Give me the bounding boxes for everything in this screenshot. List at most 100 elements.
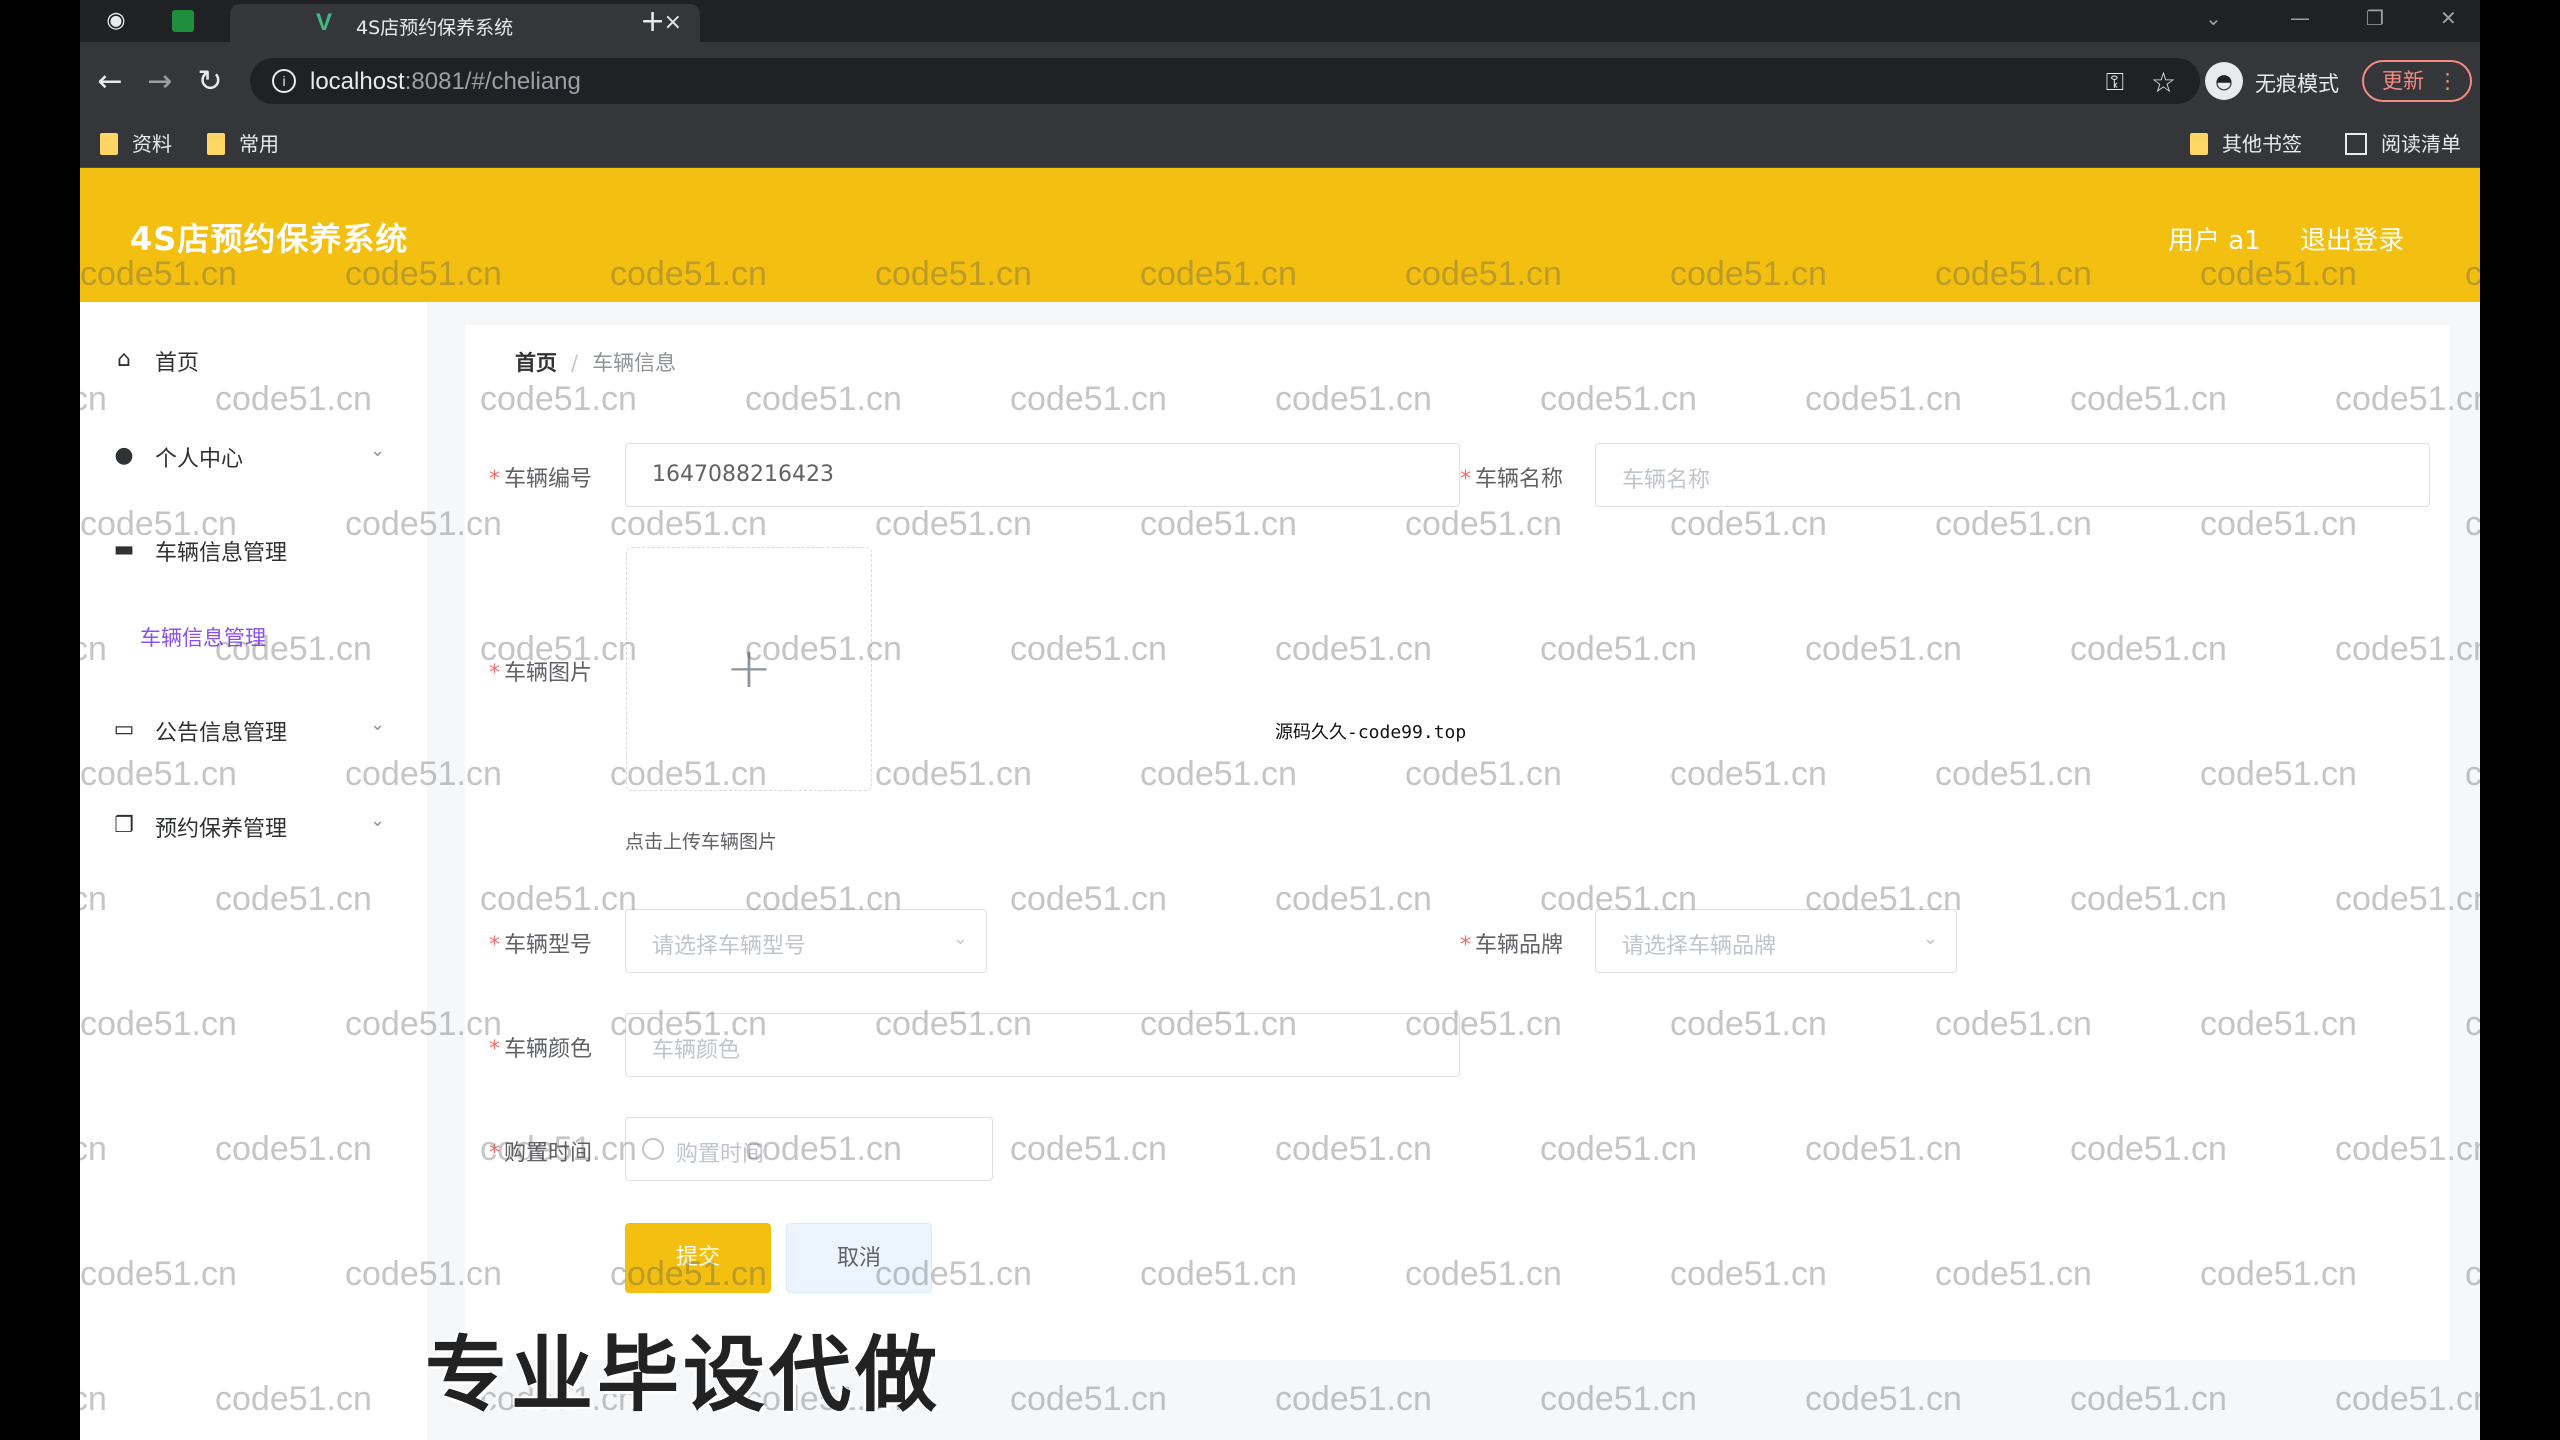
bookmark-label: 常用 bbox=[239, 132, 279, 156]
forward-arrow-icon[interactable]: → bbox=[142, 64, 178, 100]
tab-search-icon[interactable]: ⌄ bbox=[2205, 6, 2222, 30]
vehicle-color-field[interactable]: 车辆颜色 bbox=[625, 1013, 1460, 1077]
chevron-down-icon: ⌄ bbox=[370, 714, 386, 735]
vehicle-brand-placeholder: 请选择车辆品牌 bbox=[1622, 934, 1777, 959]
browser-toolbar: ← → ↻ i localhost:8081/#/cheliang ⚿ ☆ ◓ … bbox=[80, 42, 2480, 120]
vue-icon: V bbox=[316, 9, 333, 36]
incognito-icon: ◓ bbox=[2205, 62, 2243, 100]
globe-icon[interactable]: ◉ bbox=[104, 9, 128, 33]
vehicle-model-label: * 车辆型号 bbox=[489, 933, 593, 958]
minimize-icon[interactable]: — bbox=[2290, 6, 2310, 30]
sidebar-item-label: 公告信息管理 bbox=[155, 721, 288, 746]
update-label: 更新 bbox=[2382, 69, 2424, 93]
current-user: 用户 a1 bbox=[2168, 226, 2261, 256]
watermark-text: code51.cn bbox=[1275, 1380, 1432, 1418]
close-tab-icon[interactable]: × bbox=[664, 10, 682, 35]
url-path: :8081/#/cheliang bbox=[404, 68, 581, 95]
home-icon: ⌂ bbox=[117, 347, 131, 372]
vehicle-number-field[interactable]: 1647088216423 bbox=[625, 443, 1460, 507]
more-vert-icon: ⋮ bbox=[2437, 69, 2458, 93]
key-icon[interactable]: ⚿ bbox=[2106, 68, 2124, 96]
chevron-down-icon: ⌄ bbox=[370, 440, 386, 461]
tab-strip: ◉ V 4S店预约保养系统 × + ⌄ — ❐ ✕ bbox=[80, 0, 2480, 42]
reading-list[interactable]: 阅读清单 bbox=[2345, 130, 2461, 158]
back-arrow-icon[interactable]: ← bbox=[92, 64, 128, 100]
window-close-icon[interactable]: ✕ bbox=[2440, 6, 2457, 30]
cancel-button[interactable]: 取消 bbox=[786, 1223, 932, 1293]
main-panel: 首页 / 车辆信息 * 车辆编号 1647088216423 * 车辆名称 车辆名称 *… bbox=[465, 325, 2450, 1360]
vehicle-brand-select[interactable]: 请选择车辆品牌 ⌄ bbox=[1595, 909, 1957, 973]
breadcrumb-current: 车辆信息 bbox=[592, 351, 677, 375]
restore-icon[interactable]: ❐ bbox=[2366, 6, 2384, 30]
update-button[interactable]: 更新 ⋮ bbox=[2362, 60, 2472, 102]
vehicle-model-placeholder: 请选择车辆型号 bbox=[652, 934, 807, 959]
sidebar-item-label: 个人中心 bbox=[155, 447, 244, 472]
submit-button[interactable]: 提交 bbox=[625, 1223, 771, 1293]
folder-icon bbox=[207, 133, 225, 155]
bookmarks-bar: 资料 常用 其他书签 阅读清单 bbox=[80, 120, 2480, 168]
submenu-label: 车辆信息管理 bbox=[140, 626, 266, 650]
active-tab[interactable]: V 4S店预约保养系统 × bbox=[230, 4, 700, 42]
watermark-text: code51.cn bbox=[2070, 1380, 2227, 1418]
tab-title: 4S店预约保养系统 bbox=[356, 17, 514, 39]
watermark-text: code51.cn bbox=[2465, 1255, 2480, 1293]
bookmark-label: 资料 bbox=[132, 132, 172, 156]
app-title: 4S店预约保养系统 bbox=[130, 220, 409, 258]
plus-icon: + bbox=[725, 636, 773, 701]
sidebar-item-personal-center[interactable]: ● 个人中心 ⌄ bbox=[80, 426, 427, 486]
browser-window: ◉ V 4S店预约保养系统 × + ⌄ — ❐ ✕ ← → ↻ i localh… bbox=[80, 0, 2480, 1440]
bookmark-folder-changyong[interactable]: 常用 bbox=[207, 130, 279, 158]
bookmark-folder-ziliao[interactable]: 资料 bbox=[100, 130, 172, 158]
sidebar-item-home[interactable]: ⌂ 首页 bbox=[80, 330, 427, 390]
bookmark-star-icon[interactable]: ☆ bbox=[2151, 66, 2176, 99]
chevron-down-icon: ⌄ bbox=[370, 810, 386, 831]
reload-icon[interactable]: ↻ bbox=[192, 64, 228, 100]
vehicle-model-select[interactable]: 请选择车辆型号 ⌄ bbox=[625, 909, 987, 973]
purchase-time-label: * 购置时间 bbox=[489, 1141, 593, 1166]
address-bar[interactable]: i localhost:8081/#/cheliang ⚿ ☆ bbox=[250, 58, 2200, 104]
breadcrumb-separator: / bbox=[571, 351, 579, 375]
watermark-text: code51.cn bbox=[2465, 755, 2480, 793]
bookmark-label: 其他书签 bbox=[2222, 132, 2302, 156]
sidebar-item-label: 首页 bbox=[155, 351, 200, 376]
overlay-note: 源码久久-code99.top bbox=[1275, 722, 1467, 743]
sidebar-item-label: 车辆信息管理 bbox=[155, 541, 288, 566]
url-text[interactable]: localhost:8081/#/cheliang bbox=[310, 68, 581, 96]
watermark-text: code51.cn bbox=[2465, 505, 2480, 543]
vehicle-name-field[interactable]: 车辆名称 bbox=[1595, 443, 2430, 507]
purchase-time-picker[interactable]: 购置时间 bbox=[625, 1117, 993, 1181]
sidebar-item-booking-management[interactable]: ❐ 预约保养管理 ⌄ bbox=[80, 796, 427, 856]
watermark-text: code51.cn bbox=[1805, 1380, 1962, 1418]
reading-list-icon bbox=[2345, 133, 2367, 155]
watermark-text: code51.cn bbox=[1540, 1380, 1697, 1418]
folder-icon: ▬ bbox=[113, 537, 135, 562]
overlay-caption: 专业毕设代做 bbox=[425, 1328, 942, 1423]
chevron-down-icon: ⌄ bbox=[952, 928, 968, 949]
sidebar-item-announcement-management[interactable]: ▭ 公告信息管理 ⌄ bbox=[80, 700, 427, 760]
watermark-text: code51.cn bbox=[2335, 1380, 2480, 1418]
incognito-label: 无痕模式 bbox=[2255, 72, 2339, 96]
sheets-tab-icon[interactable] bbox=[172, 10, 194, 32]
clock-icon bbox=[642, 1138, 664, 1160]
user-icon: ● bbox=[114, 443, 134, 468]
bookmark-other[interactable]: 其他书签 bbox=[2190, 130, 2302, 158]
breadcrumb: 首页 / 车辆信息 bbox=[515, 347, 676, 377]
image-uploader[interactable]: + bbox=[626, 547, 872, 791]
folder-icon bbox=[100, 133, 118, 155]
app-header: 4S店预约保养系统 用户 a1 退出登录 bbox=[80, 168, 2480, 302]
breadcrumb-home[interactable]: 首页 bbox=[515, 351, 557, 375]
vehicle-color-label: * 车辆颜色 bbox=[489, 1037, 593, 1062]
watermark-text: code51.cn bbox=[1010, 1380, 1167, 1418]
sidebar: ⌂ 首页 ● 个人中心 ⌄ ▬ 车辆信息管理 车辆信息管理 ▭ 公告信息管理 ⌄… bbox=[80, 302, 427, 1440]
site-info-icon[interactable]: i bbox=[272, 69, 296, 93]
new-tab-button[interactable]: + bbox=[640, 4, 665, 39]
vehicle-color-placeholder: 车辆颜色 bbox=[652, 1038, 741, 1063]
vehicle-name-placeholder: 车辆名称 bbox=[1622, 468, 1711, 493]
chevron-down-icon: ⌄ bbox=[1922, 928, 1938, 949]
watermark-text: code51.cn bbox=[2465, 1005, 2480, 1043]
submenu-item-vehicle-info[interactable]: 车辆信息管理 bbox=[80, 608, 427, 664]
sidebar-item-vehicle-management[interactable]: ▬ 车辆信息管理 bbox=[80, 520, 427, 580]
logout-link[interactable]: 退出登录 bbox=[2300, 220, 2404, 257]
monitor-icon: ▭ bbox=[113, 717, 135, 742]
vehicle-image-label: * 车辆图片 bbox=[489, 661, 593, 686]
